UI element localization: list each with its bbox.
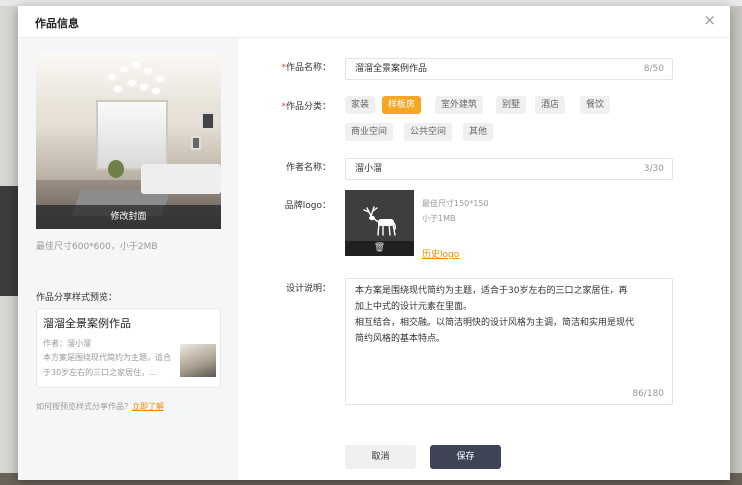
share-preview-title: 作品分享样式预览： — [36, 293, 118, 303]
category-tag[interactable]: 家装 — [345, 96, 376, 114]
author-input-value: 溜小溜 — [355, 164, 383, 174]
modal-title: 作品信息 — [35, 17, 79, 30]
category-tag[interactable]: 酒店 — [535, 96, 566, 114]
share-card-description: 本方案是围绕现代简约为主题，适合于30岁左右的三口之家居住，... — [43, 353, 171, 377]
save-button[interactable]: 保存 — [430, 445, 501, 469]
category-tag[interactable]: 别墅 — [496, 96, 527, 114]
share-card-thumbnail — [180, 344, 216, 377]
delete-logo-icon[interactable]: 🗑 — [345, 241, 414, 256]
description-line: 简约风格的基本特点。 — [355, 334, 446, 344]
share-help-text: 如何按预览样式分享作品？ — [36, 402, 132, 411]
logo-size-hint: 最佳尺寸150*150 — [422, 199, 489, 208]
share-preview-card: 溜溜全景案例作品 作者：溜小溜 本方案是围绕现代简约为主题，适合于30岁左右的三… — [36, 308, 221, 388]
category-tag[interactable]: 其他 — [463, 123, 494, 141]
share-help: 如何按预览样式分享作品？立即了解 — [36, 401, 164, 412]
brand-logo-image[interactable]: 🗑 — [345, 190, 414, 256]
author-input[interactable]: 溜小溜 3/30 — [345, 158, 673, 180]
description-textarea[interactable]: 本方案是围绕现代简约为主题，适合于30岁左右的三口之家居住，再 加上中式的设计元… — [345, 278, 673, 405]
learn-more-link[interactable]: 立即了解 — [132, 402, 164, 411]
share-card-title: 溜溜全景案例作品 — [43, 317, 131, 330]
name-input[interactable]: 溜溜全景案例作品 8/50 — [345, 58, 673, 80]
cover-hint: 最佳尺寸600*600，小于2MB — [36, 242, 158, 252]
work-info-modal: 作品信息 × 修改封面 最佳尺寸600*600，小于2MB 作品分享样式预览： — [18, 6, 730, 480]
chandelier-graphic — [106, 60, 166, 100]
background-left — [0, 6, 18, 473]
category-tag[interactable]: 公共空间 — [404, 123, 453, 141]
category-label: *作品分类： — [238, 99, 331, 112]
description-char-count: 86/180 — [632, 389, 664, 399]
background-right — [730, 6, 742, 473]
left-panel: 修改封面 最佳尺寸600*600，小于2MB 作品分享样式预览： 溜溜全景案例作… — [18, 38, 238, 480]
edit-cover-button[interactable]: 修改封面 — [36, 205, 221, 229]
name-label-text: 作品名称： — [285, 63, 331, 73]
author-label: 作者名称： — [285, 163, 331, 173]
category-tag[interactable]: 室外建筑 — [435, 96, 484, 114]
share-card-author: 作者：溜小溜 — [43, 339, 91, 348]
author-char-count: 3/30 — [643, 164, 664, 174]
name-label: *作品名称： — [238, 60, 331, 73]
history-logo-link[interactable]: 历史logo — [422, 247, 459, 260]
modal-header: 作品信息 × — [18, 6, 730, 38]
cancel-button[interactable]: 取消 — [345, 445, 416, 469]
work-info-form: *作品名称： 溜溜全景案例作品 8/50 *作品分类： 家装 样板房 室外建筑 别墅酒… — [238, 38, 730, 480]
description-line: 本方案是围绕现代简约为主题，适合于30岁左右的三口之家居住，再 — [355, 286, 628, 296]
logo-label: 品牌logo： — [284, 201, 331, 211]
name-char-count: 8/50 — [643, 64, 664, 74]
category-tag[interactable]: 商业空间 — [345, 123, 394, 141]
category-label-text: 作品分类： — [285, 102, 331, 112]
name-input-value: 溜溜全景案例作品 — [355, 64, 428, 74]
cover-image: 修改封面 — [36, 52, 221, 229]
deer-logo-icon — [363, 206, 396, 236]
category-tag[interactable]: 样板房 — [382, 96, 422, 114]
description-line: 相互结合，相交融。以简洁明快的设计风格为主调，简洁和实用是现代 — [355, 318, 635, 328]
close-icon[interactable]: × — [703, 13, 716, 28]
description-label: 设计说明： — [285, 284, 331, 294]
description-line: 加上中式的设计元素在里面。 — [355, 302, 473, 312]
category-tag[interactable]: 餐饮 — [580, 96, 611, 114]
logo-limit-hint: 小于1MB — [422, 214, 456, 223]
